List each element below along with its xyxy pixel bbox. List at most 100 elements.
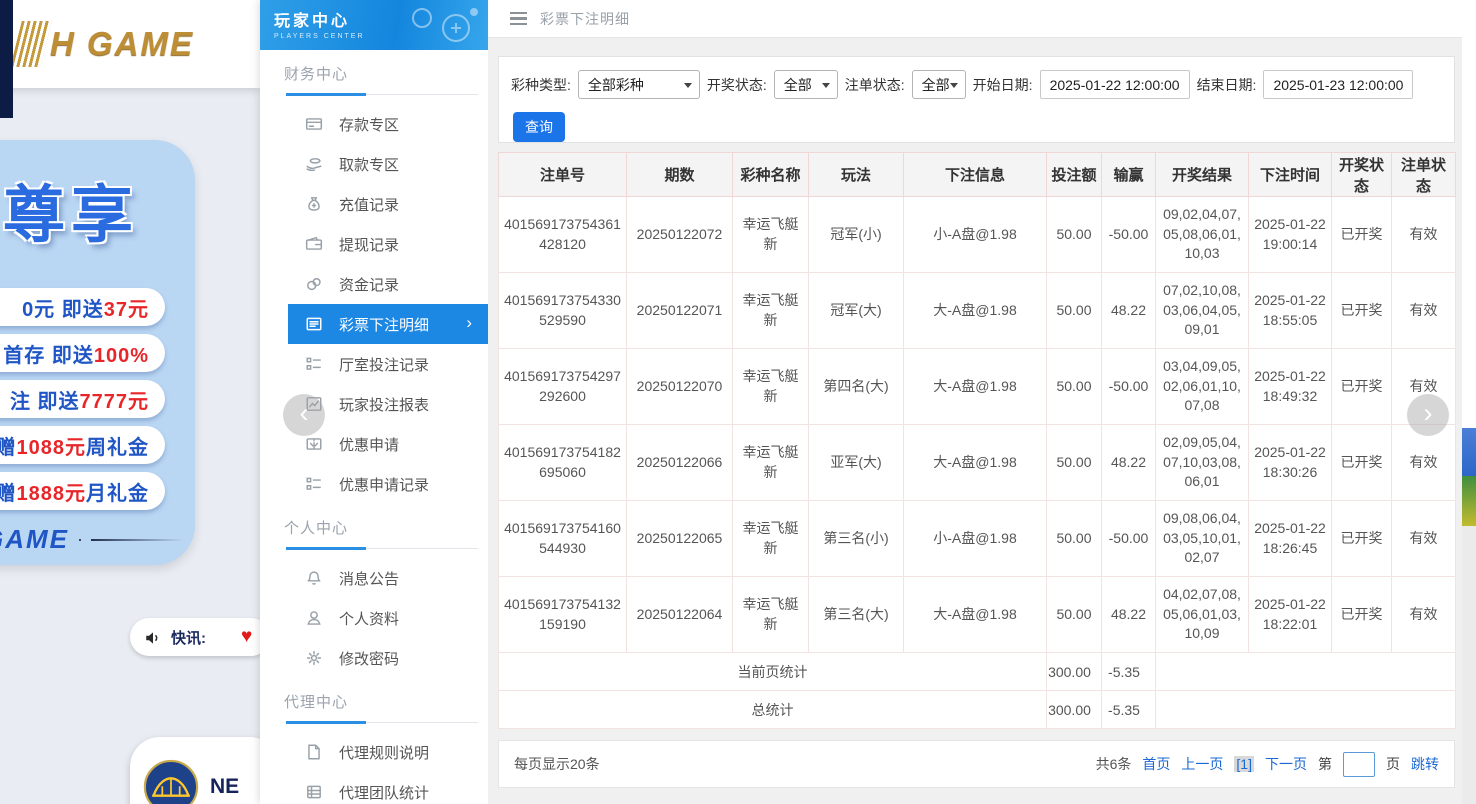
cell-bet-amount: 50.00: [1046, 424, 1102, 501]
sidebar-item-label: 代理团队统计: [339, 784, 430, 802]
sidebar-item-label: 彩票下注明细: [339, 316, 430, 334]
sidebar-item-label: 提现记录: [339, 236, 400, 254]
cell-lottery: 幸运飞艇新: [732, 424, 809, 501]
table-row: 401569173754297292600 20250122070 幸运飞艇新 …: [498, 348, 1456, 425]
cell-play: 亚军(大): [808, 424, 904, 501]
bets-table: 注单号 期数 彩种名称 玩法 下注信息 投注额 输赢 开奖结果 下注时间 开奖状…: [498, 152, 1456, 729]
right-edge-artwork: [1462, 0, 1476, 804]
promo-banner-card: 尊享 0元 即送37元首存 即送100% 注 即送7777元加赠1088元周礼金加…: [0, 140, 195, 565]
cell-play: 冠军(小): [808, 196, 904, 273]
cell-bet-info: 大-A盘@1.98: [903, 576, 1047, 653]
cell-order-status: 有效: [1391, 424, 1456, 501]
money-bag-icon: [305, 195, 323, 213]
sidebar-item[interactable]: 优惠申请记录: [260, 464, 488, 504]
cell-bet-info: 大-A盘@1.98: [903, 424, 1047, 501]
order-status-select[interactable]: 全部: [911, 70, 966, 99]
cell-order-status: 有效: [1391, 196, 1456, 273]
pagination-bar: 每页显示20条 共6条 首页 上一页 [1] 下一页 第 页 跳转: [498, 740, 1455, 788]
background-site-page: 尊享 0元 即送37元首存 即送100% 注 即送7777元加赠1088元周礼金加…: [0, 0, 260, 804]
sidebar-item[interactable]: 消息公告: [260, 558, 488, 598]
sidebar-item[interactable]: 个人资料: [260, 598, 488, 638]
col-winloss: 输赢: [1101, 152, 1156, 197]
sidebar-item[interactable]: 提现记录: [260, 224, 488, 264]
col-bet-time: 下注时间: [1248, 152, 1332, 197]
col-lottery: 彩种名称: [732, 152, 809, 197]
first-page-link[interactable]: 首页: [1142, 754, 1170, 774]
site-nav-strip: [0, 0, 13, 118]
cell-order-id: 401569173754182695060: [498, 424, 627, 501]
sidebar-item[interactable]: 修改密码: [260, 638, 488, 678]
cell-draw-status: 已开奖: [1331, 348, 1392, 425]
news-ticker: 快讯: ♥: [130, 618, 260, 656]
promo-pill: 注 即送7777元: [0, 380, 165, 418]
jump-prefix: 第: [1318, 756, 1332, 772]
gear-icon: [305, 649, 323, 667]
team-logo-icon: [142, 758, 200, 804]
screen: 尊享 0元 即送37元首存 即送100% 注 即送7777元加赠1088元周礼金加…: [0, 0, 1476, 804]
cell-draw-result: 02,09,05,04,07,10,03,08,06,01: [1155, 424, 1249, 501]
site-logo[interactable]: H GAME: [10, 21, 194, 67]
cell-bet-info: 小-A盘@1.98: [903, 500, 1047, 577]
sidebar-item[interactable]: 彩票下注明细: [288, 304, 488, 344]
cell-lottery: 幸运飞艇新: [732, 500, 809, 577]
collapse-sidebar-button[interactable]: ‹: [283, 394, 325, 436]
cell-play: 第三名(大): [808, 576, 904, 653]
total-count: 共6条: [1095, 756, 1132, 772]
table-row: 401569173754182695060 20250122066 幸运飞艇新 …: [498, 424, 1456, 501]
draw-status-label: 开奖状态:: [706, 76, 767, 93]
cell-period: 20250122065: [626, 500, 733, 577]
table-row: 401569173754361428120 20250122072 幸运飞艇新 …: [498, 196, 1456, 273]
sidebar-item-label: 优惠申请: [339, 436, 400, 454]
sidebar-item-label: 存款专区: [339, 116, 400, 134]
page-jump-input[interactable]: [1343, 751, 1375, 777]
cell-lottery: 幸运飞艇新: [732, 272, 809, 349]
sidebar-item-label: 消息公告: [339, 570, 400, 588]
jump-button[interactable]: 跳转: [1411, 754, 1439, 774]
sidebar-item[interactable]: 充值记录: [260, 184, 488, 224]
cell-bet-time: 2025-01-22 18:22:01: [1248, 576, 1332, 653]
col-order-id: 注单号: [498, 152, 627, 197]
sidebar-item[interactable]: 代理规则说明: [260, 732, 488, 772]
promo-pill: 首存 即送100%: [0, 334, 165, 372]
cell-order-status: 有效: [1391, 500, 1456, 577]
heart-icon: ♥: [241, 626, 253, 647]
service-widget[interactable]: NE: [130, 737, 260, 804]
cell-bet-amount: 50.00: [1046, 272, 1102, 349]
sidebar-item[interactable]: 资金记录: [260, 264, 488, 304]
hand-cash-icon: [305, 155, 323, 173]
cell-period: 20250122066: [626, 424, 733, 501]
cell-bet-time: 2025-01-22 18:49:32: [1248, 348, 1332, 425]
cell-play: 第三名(小): [808, 500, 904, 577]
cell-period: 20250122070: [626, 348, 733, 425]
hamburger-menu-icon[interactable]: [510, 12, 527, 25]
sidebar-item[interactable]: 代理团队统计: [260, 772, 488, 804]
end-date-input[interactable]: [1263, 70, 1414, 99]
cell-period: 20250122072: [626, 196, 733, 273]
cell-bet-info: 大-A盘@1.98: [903, 272, 1047, 349]
cell-order-id: 401569173754330529590: [498, 272, 627, 349]
promo-pill: 加赠1088元周礼金: [0, 426, 165, 464]
table-row: 401569173754160544930 20250122065 幸运飞艇新 …: [498, 500, 1456, 577]
filter-panel: 彩种类型: 全部彩种 开奖状态: 全部 注单状态: 全部 开始日期: 结束日期:…: [498, 56, 1455, 143]
sidebar-item[interactable]: 取款专区: [260, 144, 488, 184]
summary-row: 总统计 300.00 -5.35: [498, 690, 1456, 729]
bet-list-icon: [305, 315, 323, 333]
draw-status-select[interactable]: 全部: [773, 70, 838, 99]
prev-page-link[interactable]: 上一页: [1181, 754, 1223, 774]
cell-order-id: 401569173754297292600: [498, 348, 627, 425]
cell-order-status: 有效: [1391, 576, 1456, 653]
next-page-link[interactable]: 下一页: [1265, 754, 1307, 774]
sidebar-item-label: 代理规则说明: [339, 744, 430, 762]
sidebar-item[interactable]: 厅室投注记录: [260, 344, 488, 384]
sidebar-item-label: 厅室投注记录: [339, 356, 430, 374]
lottery-type-select[interactable]: 全部彩种: [577, 70, 700, 99]
col-period: 期数: [626, 152, 733, 197]
expand-panel-button[interactable]: ›: [1407, 394, 1449, 436]
site-header: H GAME: [0, 0, 260, 88]
bell-icon: [305, 569, 323, 587]
start-date-input[interactable]: [1039, 70, 1190, 99]
cell-draw-result: 04,02,07,08,05,06,01,03,10,09: [1155, 576, 1249, 653]
cell-order-id: 401569173754361428120: [498, 196, 627, 273]
search-button[interactable]: 查询: [513, 112, 565, 142]
sidebar-item[interactable]: 存款专区: [260, 104, 488, 144]
